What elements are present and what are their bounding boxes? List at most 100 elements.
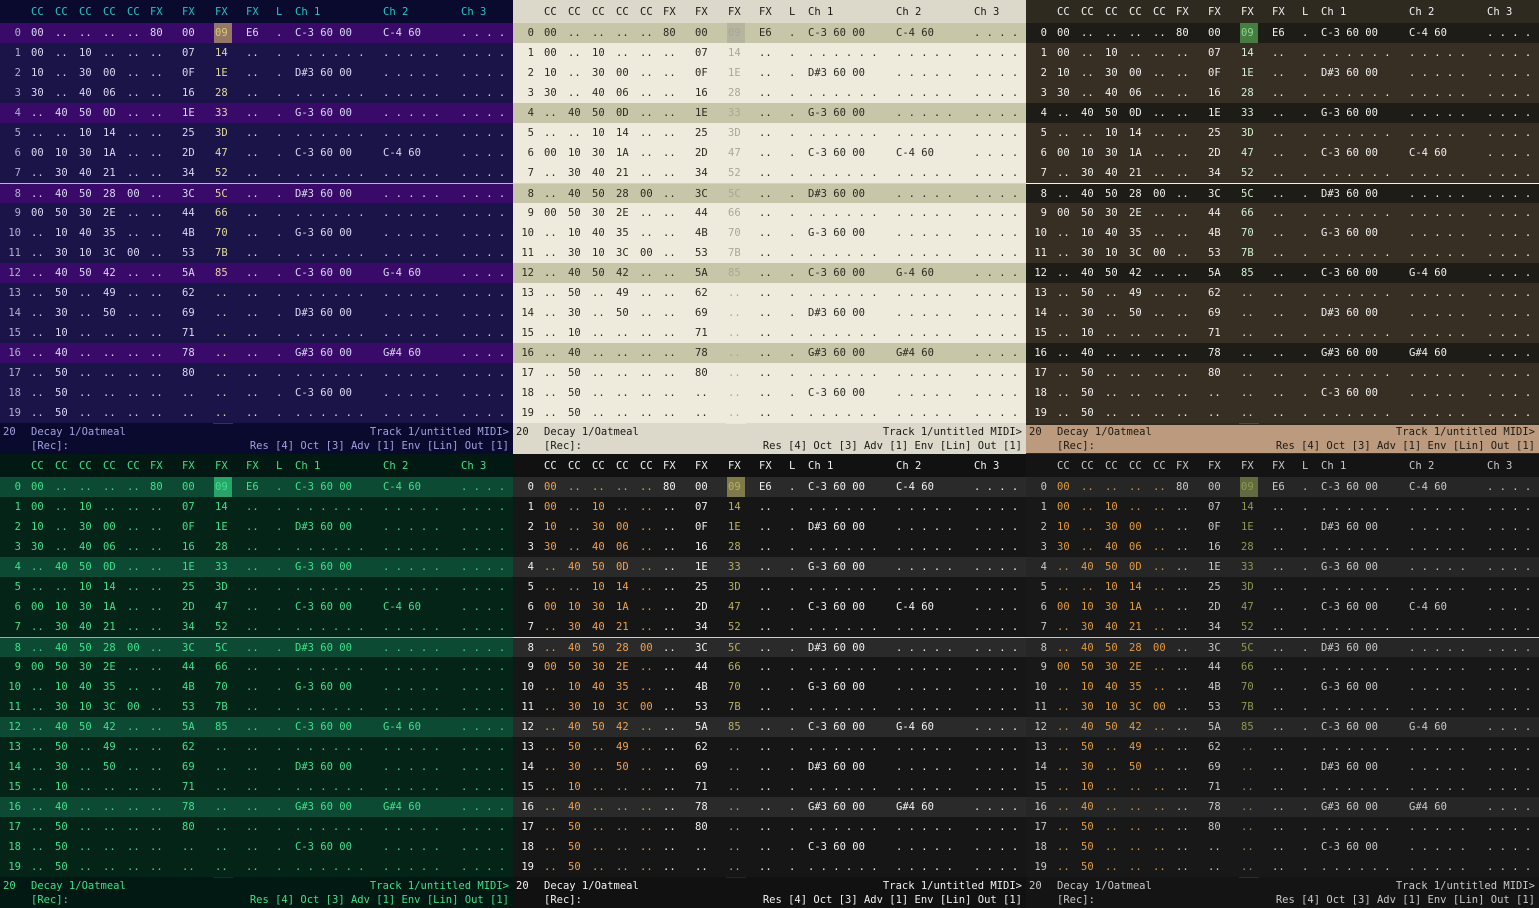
cell[interactable]: D#3 60 00 <box>295 517 352 537</box>
cell[interactable]: . . . . . <box>383 63 440 83</box>
cell[interactable]: .. <box>663 617 676 637</box>
cell[interactable]: 50 <box>1105 717 1118 737</box>
cell[interactable]: C-4 60 <box>1409 597 1447 617</box>
cell[interactable]: .. <box>127 737 140 757</box>
cell[interactable]: 14 <box>728 43 741 63</box>
cell[interactable]: . . . . . <box>1409 184 1466 204</box>
cell[interactable]: .. <box>728 837 741 857</box>
cell[interactable]: 00 <box>127 184 140 204</box>
cell[interactable]: . <box>1302 123 1308 143</box>
cell[interactable]: .. <box>1272 497 1285 517</box>
table-row[interactable]: 18.. 50............... C-3 60 00. . . . ..… <box>0 383 513 403</box>
cell[interactable]: .. <box>246 103 259 123</box>
cell[interactable]: 52 <box>728 163 741 183</box>
cell[interactable]: 40 <box>1081 797 1094 817</box>
cell[interactable]: G#4 60 <box>1409 343 1447 363</box>
cell[interactable]: G-3 60 00 <box>1321 677 1378 697</box>
cell[interactable]: . . . . <box>461 323 505 343</box>
cell[interactable]: . <box>276 697 282 717</box>
cell[interactable]: . . . . <box>461 23 505 43</box>
cell[interactable]: 06 <box>616 537 629 557</box>
cell[interactable]: .. <box>1105 383 1118 403</box>
cell[interactable]: .. <box>1105 283 1118 303</box>
cell[interactable]: 3C <box>616 697 629 717</box>
cell[interactable]: .. <box>1176 363 1189 383</box>
cell[interactable]: 1A <box>103 143 116 163</box>
cell[interactable]: .. <box>215 383 228 403</box>
cell[interactable]: . . . . . <box>383 617 440 637</box>
cell[interactable]: . . . . <box>974 83 1018 103</box>
cell[interactable]: . . . . <box>461 103 505 123</box>
cell[interactable]: 28 <box>1241 537 1254 557</box>
cell[interactable]: .. <box>215 343 228 363</box>
table-row[interactable]: 9 00 50 30 2E.... 44 66.... . . . . .. . . . .… <box>0 657 513 677</box>
cell[interactable]: .. <box>1105 323 1118 343</box>
table-row[interactable]: 18.. 50............... C-3 60 00. . . . ..… <box>0 837 513 857</box>
cell[interactable]: .. <box>1176 737 1189 757</box>
cell[interactable]: .. <box>1153 837 1166 857</box>
cell[interactable]: .. <box>103 363 116 383</box>
cell[interactable]: .. <box>1272 717 1285 737</box>
cell[interactable]: .. <box>1176 123 1189 143</box>
cell[interactable]: . <box>1302 223 1308 243</box>
table-row[interactable]: 8.. 40 50 28 00.. 3C 5C... D#3 60 00. . . . .. … <box>1026 183 1539 203</box>
cell[interactable]: 10 <box>31 517 44 537</box>
cell[interactable]: 00 <box>544 43 557 63</box>
cell[interactable]: 16 <box>182 537 195 557</box>
cell[interactable]: 06 <box>1129 83 1142 103</box>
cell[interactable]: .. <box>79 343 92 363</box>
cell[interactable]: . <box>789 23 795 43</box>
table-row[interactable]: 8.. 40 50 28 00.. 3C 5C... D#3 60 00. . . . .. … <box>1026 637 1539 657</box>
cell[interactable]: 0F <box>695 63 708 83</box>
cell[interactable]: .. <box>1272 837 1285 857</box>
cell[interactable]: . <box>789 184 795 204</box>
cell[interactable]: 3D <box>728 123 741 143</box>
cell[interactable]: 49 <box>616 283 629 303</box>
cell[interactable]: 28 <box>103 184 116 204</box>
cell[interactable]: 50 <box>79 638 92 658</box>
cell[interactable]: .. <box>640 797 653 817</box>
cell[interactable]: .. <box>1153 817 1166 837</box>
cell[interactable]: 40 <box>55 638 68 658</box>
cell[interactable]: . <box>276 597 282 617</box>
cell[interactable]: 50 <box>616 303 629 323</box>
cell[interactable]: 10 <box>55 323 68 343</box>
cell[interactable]: . . . . . . <box>808 617 878 637</box>
cell[interactable]: .. <box>79 797 92 817</box>
cell[interactable]: . <box>789 243 795 263</box>
cell[interactable]: . <box>276 557 282 577</box>
cell[interactable]: 00 <box>544 597 557 617</box>
cell[interactable]: 10 <box>1105 123 1118 143</box>
cell[interactable]: . . . . . <box>383 577 440 597</box>
cell[interactable]: 50 <box>55 737 68 757</box>
cell[interactable]: 4B <box>695 223 708 243</box>
cell[interactable]: 30 <box>1057 537 1070 557</box>
cell[interactable]: .. <box>127 363 140 383</box>
table-row[interactable]: 11.. 30 10 3C 00.. 53 7B.... . . . . .. . . . … <box>0 243 513 263</box>
table-row[interactable]: 18.. 50............... C-3 60 00. . . . ..… <box>513 383 1026 403</box>
cell[interactable]: 80 <box>1176 477 1189 497</box>
cell[interactable]: C-3 60 00 <box>295 143 352 163</box>
cell[interactable]: .. <box>1153 757 1166 777</box>
cell[interactable]: .. <box>728 383 741 403</box>
cell[interactable]: .. <box>215 323 228 343</box>
cell[interactable]: 3D <box>1241 577 1254 597</box>
cell[interactable]: 10 <box>1057 63 1070 83</box>
cell[interactable]: .. <box>246 677 259 697</box>
cell[interactable]: .. <box>31 343 44 363</box>
cell[interactable]: 40 <box>1081 263 1094 283</box>
cell[interactable]: . . . . . . <box>808 577 878 597</box>
cursor[interactable] <box>727 477 745 497</box>
cell[interactable]: 47 <box>1241 143 1254 163</box>
cell[interactable]: . . . . <box>1487 63 1531 83</box>
cell[interactable]: . . . . <box>461 697 505 717</box>
cell[interactable]: .. <box>663 857 676 877</box>
cell[interactable]: .. <box>759 737 772 757</box>
cell[interactable]: .. <box>544 717 557 737</box>
cell[interactable]: G-4 60 <box>1409 263 1447 283</box>
cell[interactable]: . . . . <box>1487 517 1531 537</box>
cell[interactable]: 80 <box>1176 23 1189 43</box>
cell[interactable]: 2D <box>1208 143 1221 163</box>
cell[interactable]: 14 <box>1241 43 1254 63</box>
cell[interactable]: . . . . . <box>383 203 440 223</box>
